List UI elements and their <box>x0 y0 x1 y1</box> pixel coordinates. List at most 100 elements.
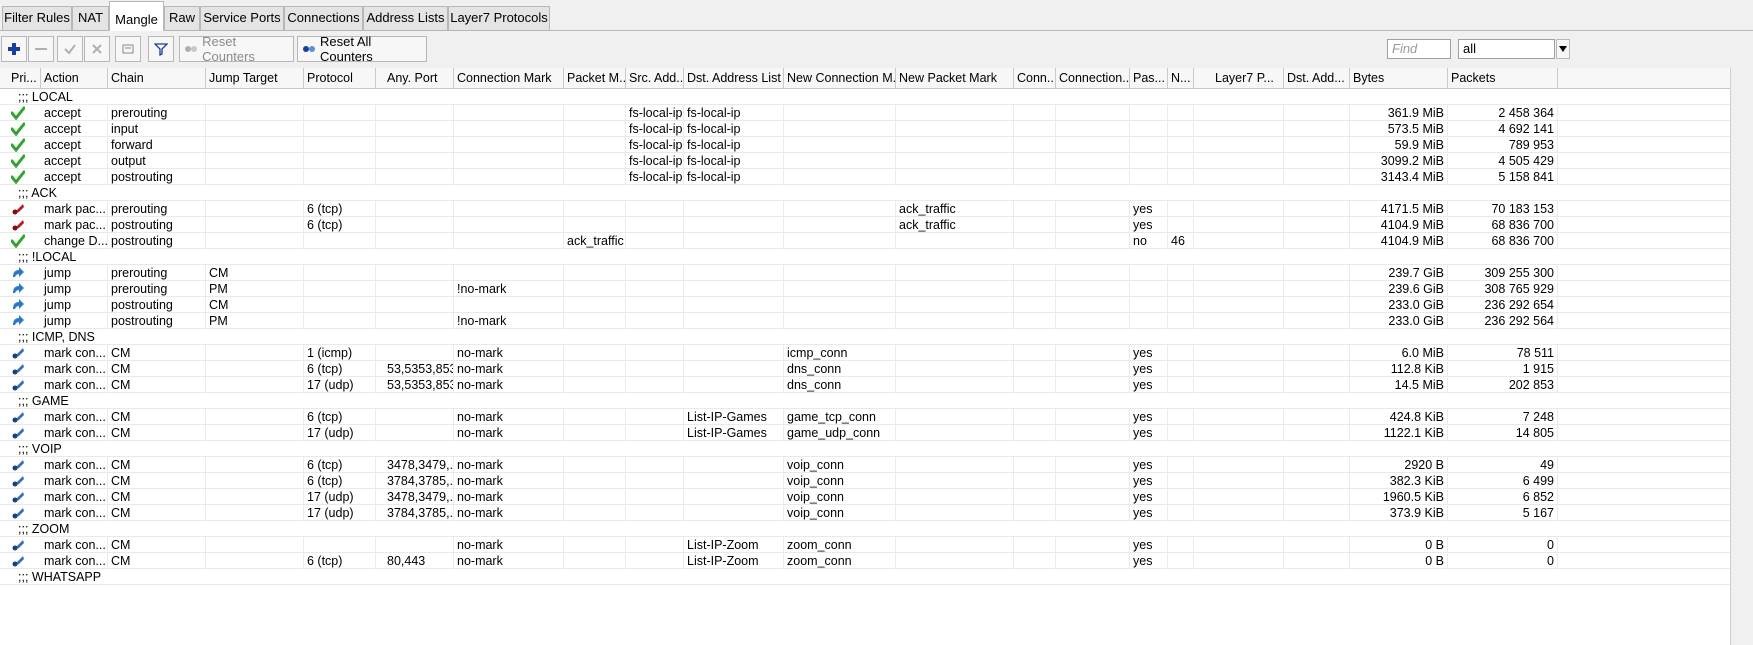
reset-icon <box>185 46 197 52</box>
column-header[interactable]: Action <box>41 68 108 88</box>
column-header[interactable]: Packet M... <box>564 68 626 88</box>
cell-jump <box>206 233 304 249</box>
table-row[interactable]: mark con... CM 6 (tcp) 53,5353,853 no-mark dn… <box>0 361 1730 377</box>
add-button[interactable] <box>1 36 27 62</box>
column-header[interactable]: Dst. Address List <box>684 68 784 88</box>
cell-cmark: no-mark <box>454 537 564 553</box>
cell-empty <box>1284 377 1350 393</box>
enable-button[interactable] <box>57 36 83 62</box>
cell-npm <box>896 137 1014 153</box>
column-header[interactable]: Pri... <box>8 68 41 88</box>
column-header[interactable]: Bytes <box>1350 68 1448 88</box>
column-header[interactable]: Connection... <box>1056 68 1130 88</box>
table-row[interactable]: mark con... CM 6 (tcp) 80,443 no-mark List-IP… <box>0 553 1730 569</box>
column-header[interactable]: Packets <box>1448 68 1558 88</box>
reset-all-counters-button[interactable]: Reset All Counters <box>297 34 427 64</box>
table-row[interactable]: accept input fs-local-ip fs-local-ip 573.5 M… <box>0 121 1730 137</box>
comment-button[interactable] <box>115 36 141 62</box>
table-row[interactable]: mark con... CM no-mark List-IP-Zoom zoom_con… <box>0 537 1730 553</box>
comment-row[interactable]: ;;; ACK <box>0 185 1730 201</box>
reset-counters-button[interactable]: Reset Counters <box>179 34 294 64</box>
table-row[interactable]: mark pac... prerouting 6 (tcp) ack_traffic y… <box>0 201 1730 217</box>
column-header[interactable]: New Connection M... <box>784 68 896 88</box>
table-row[interactable]: accept postrouting fs-local-ip fs-local-ip 3… <box>0 169 1730 185</box>
cell-dst <box>684 313 784 329</box>
table-row[interactable]: mark con... CM 17 (udp) 53,5353,853 no-mark d… <box>0 377 1730 393</box>
cell-packets: 5 167 <box>1448 505 1558 521</box>
column-header[interactable]: Src. Add... <box>626 68 684 88</box>
cell-packets: 6 499 <box>1448 473 1558 489</box>
column-header[interactable]: New Packet Mark <box>896 68 1014 88</box>
table-row[interactable]: accept forward fs-local-ip fs-local-ip 59.9 … <box>0 137 1730 153</box>
cell-n <box>1168 537 1194 553</box>
table-row[interactable]: mark con... CM 6 (tcp) 3784,3785,... no-mark… <box>0 473 1730 489</box>
cell-chain: prerouting <box>108 105 206 121</box>
column-header[interactable]: Connection Mark <box>454 68 564 88</box>
cell-ncm <box>784 137 896 153</box>
remove-button[interactable] <box>28 36 54 62</box>
tab-address-lists[interactable]: Address Lists <box>363 6 448 30</box>
table-row[interactable]: accept prerouting fs-local-ip fs-local-ip 36… <box>0 105 1730 121</box>
column-header[interactable]: Layer7 P... <box>1212 68 1284 88</box>
table-row[interactable]: jump prerouting CM 239.7 GiB 309 255 300 <box>0 265 1730 281</box>
comment-row[interactable]: ;;; ZOOM <box>0 521 1730 537</box>
cell-ncm <box>784 105 896 121</box>
column-header[interactable]: Jump Target <box>206 68 304 88</box>
cell-pmark <box>564 217 626 233</box>
column-header[interactable]: Pas... <box>1130 68 1168 88</box>
table-row[interactable]: jump postrouting CM 233.0 GiB 236 292 654 <box>0 297 1730 313</box>
filter-button[interactable] <box>148 36 174 62</box>
comment-row[interactable]: ;;; VOIP <box>0 441 1730 457</box>
cell-cmark: no-mark <box>454 409 564 425</box>
filter-dropdown-button[interactable] <box>1556 39 1570 59</box>
cell-pmark <box>564 345 626 361</box>
disable-button[interactable] <box>84 36 110 62</box>
comment-row[interactable]: ;;; !LOCAL <box>0 249 1730 265</box>
tab-raw[interactable]: Raw <box>164 6 200 30</box>
column-header[interactable]: Chain <box>108 68 206 88</box>
cell-empty <box>1284 217 1350 233</box>
table-row[interactable]: accept output fs-local-ip fs-local-ip 3099.2… <box>0 153 1730 169</box>
cell-empty <box>1284 297 1350 313</box>
comment-row[interactable]: ;;; LOCAL <box>0 89 1730 105</box>
accept-icon <box>11 138 25 152</box>
column-header[interactable]: Any. Port <box>384 68 454 88</box>
cell-packets: 68 836 700 <box>1448 217 1558 233</box>
table-row[interactable]: mark con... CM 6 (tcp) no-mark List-IP-Games… <box>0 409 1730 425</box>
cell-action: mark con... <box>41 377 108 393</box>
table-row[interactable]: mark con... CM 17 (udp) no-mark List-IP-Game… <box>0 425 1730 441</box>
cell-npm <box>896 281 1014 297</box>
table-row[interactable]: mark con... CM 17 (udp) 3784,3785,... no-mar… <box>0 505 1730 521</box>
tab-nat[interactable]: NAT <box>72 6 109 30</box>
tab-filter-rules[interactable]: Filter Rules <box>2 6 72 30</box>
tab-mangle[interactable]: Mangle <box>109 1 164 31</box>
tab-service-ports[interactable]: Service Ports <box>200 6 284 30</box>
find-input[interactable]: Find <box>1387 39 1451 59</box>
cell-jump: CM <box>206 265 304 281</box>
column-header[interactable]: Dst. Add... <box>1284 68 1350 88</box>
cell-n <box>1168 313 1194 329</box>
table-row[interactable]: mark con... CM 1 (icmp) no-mark icmp_conn yes… <box>0 345 1730 361</box>
table-row[interactable]: jump postrouting PM !no-mark 233.0 GiB 236 29… <box>0 313 1730 329</box>
cell-jump <box>206 553 304 569</box>
comment-row[interactable]: ;;; ICMP, DNS <box>0 329 1730 345</box>
cell-action: mark con... <box>41 345 108 361</box>
column-header[interactable]: Conn... <box>1014 68 1056 88</box>
column-header[interactable]: N... <box>1168 68 1194 88</box>
table-row[interactable]: mark con... CM 6 (tcp) 3478,3479,... no-mark… <box>0 457 1730 473</box>
table-row[interactable]: jump prerouting PM !no-mark 239.6 GiB 308 765… <box>0 281 1730 297</box>
cell-jump <box>206 137 304 153</box>
vertical-scrollbar[interactable] <box>1730 68 1753 645</box>
tab-connections[interactable]: Connections <box>284 6 363 30</box>
tab-layer7-protocols[interactable]: Layer7 Protocols <box>448 6 550 30</box>
table-row[interactable]: mark con... CM 17 (udp) 3478,3479,... no-mar… <box>0 489 1730 505</box>
table-row[interactable]: mark pac... postrouting 6 (tcp) ack_traffic… <box>0 217 1730 233</box>
column-header[interactable]: Protocol <box>304 68 376 88</box>
table-row[interactable]: change D... postrouting ack_traffic no 46 410… <box>0 233 1730 249</box>
filter-select[interactable]: all <box>1458 39 1555 59</box>
cell-chain: CM <box>108 553 206 569</box>
cell-empty <box>1014 361 1056 377</box>
comment-row[interactable]: ;;; WHATSAPP <box>0 569 1730 585</box>
comment-row[interactable]: ;;; GAME <box>0 393 1730 409</box>
jump-icon <box>13 299 24 309</box>
